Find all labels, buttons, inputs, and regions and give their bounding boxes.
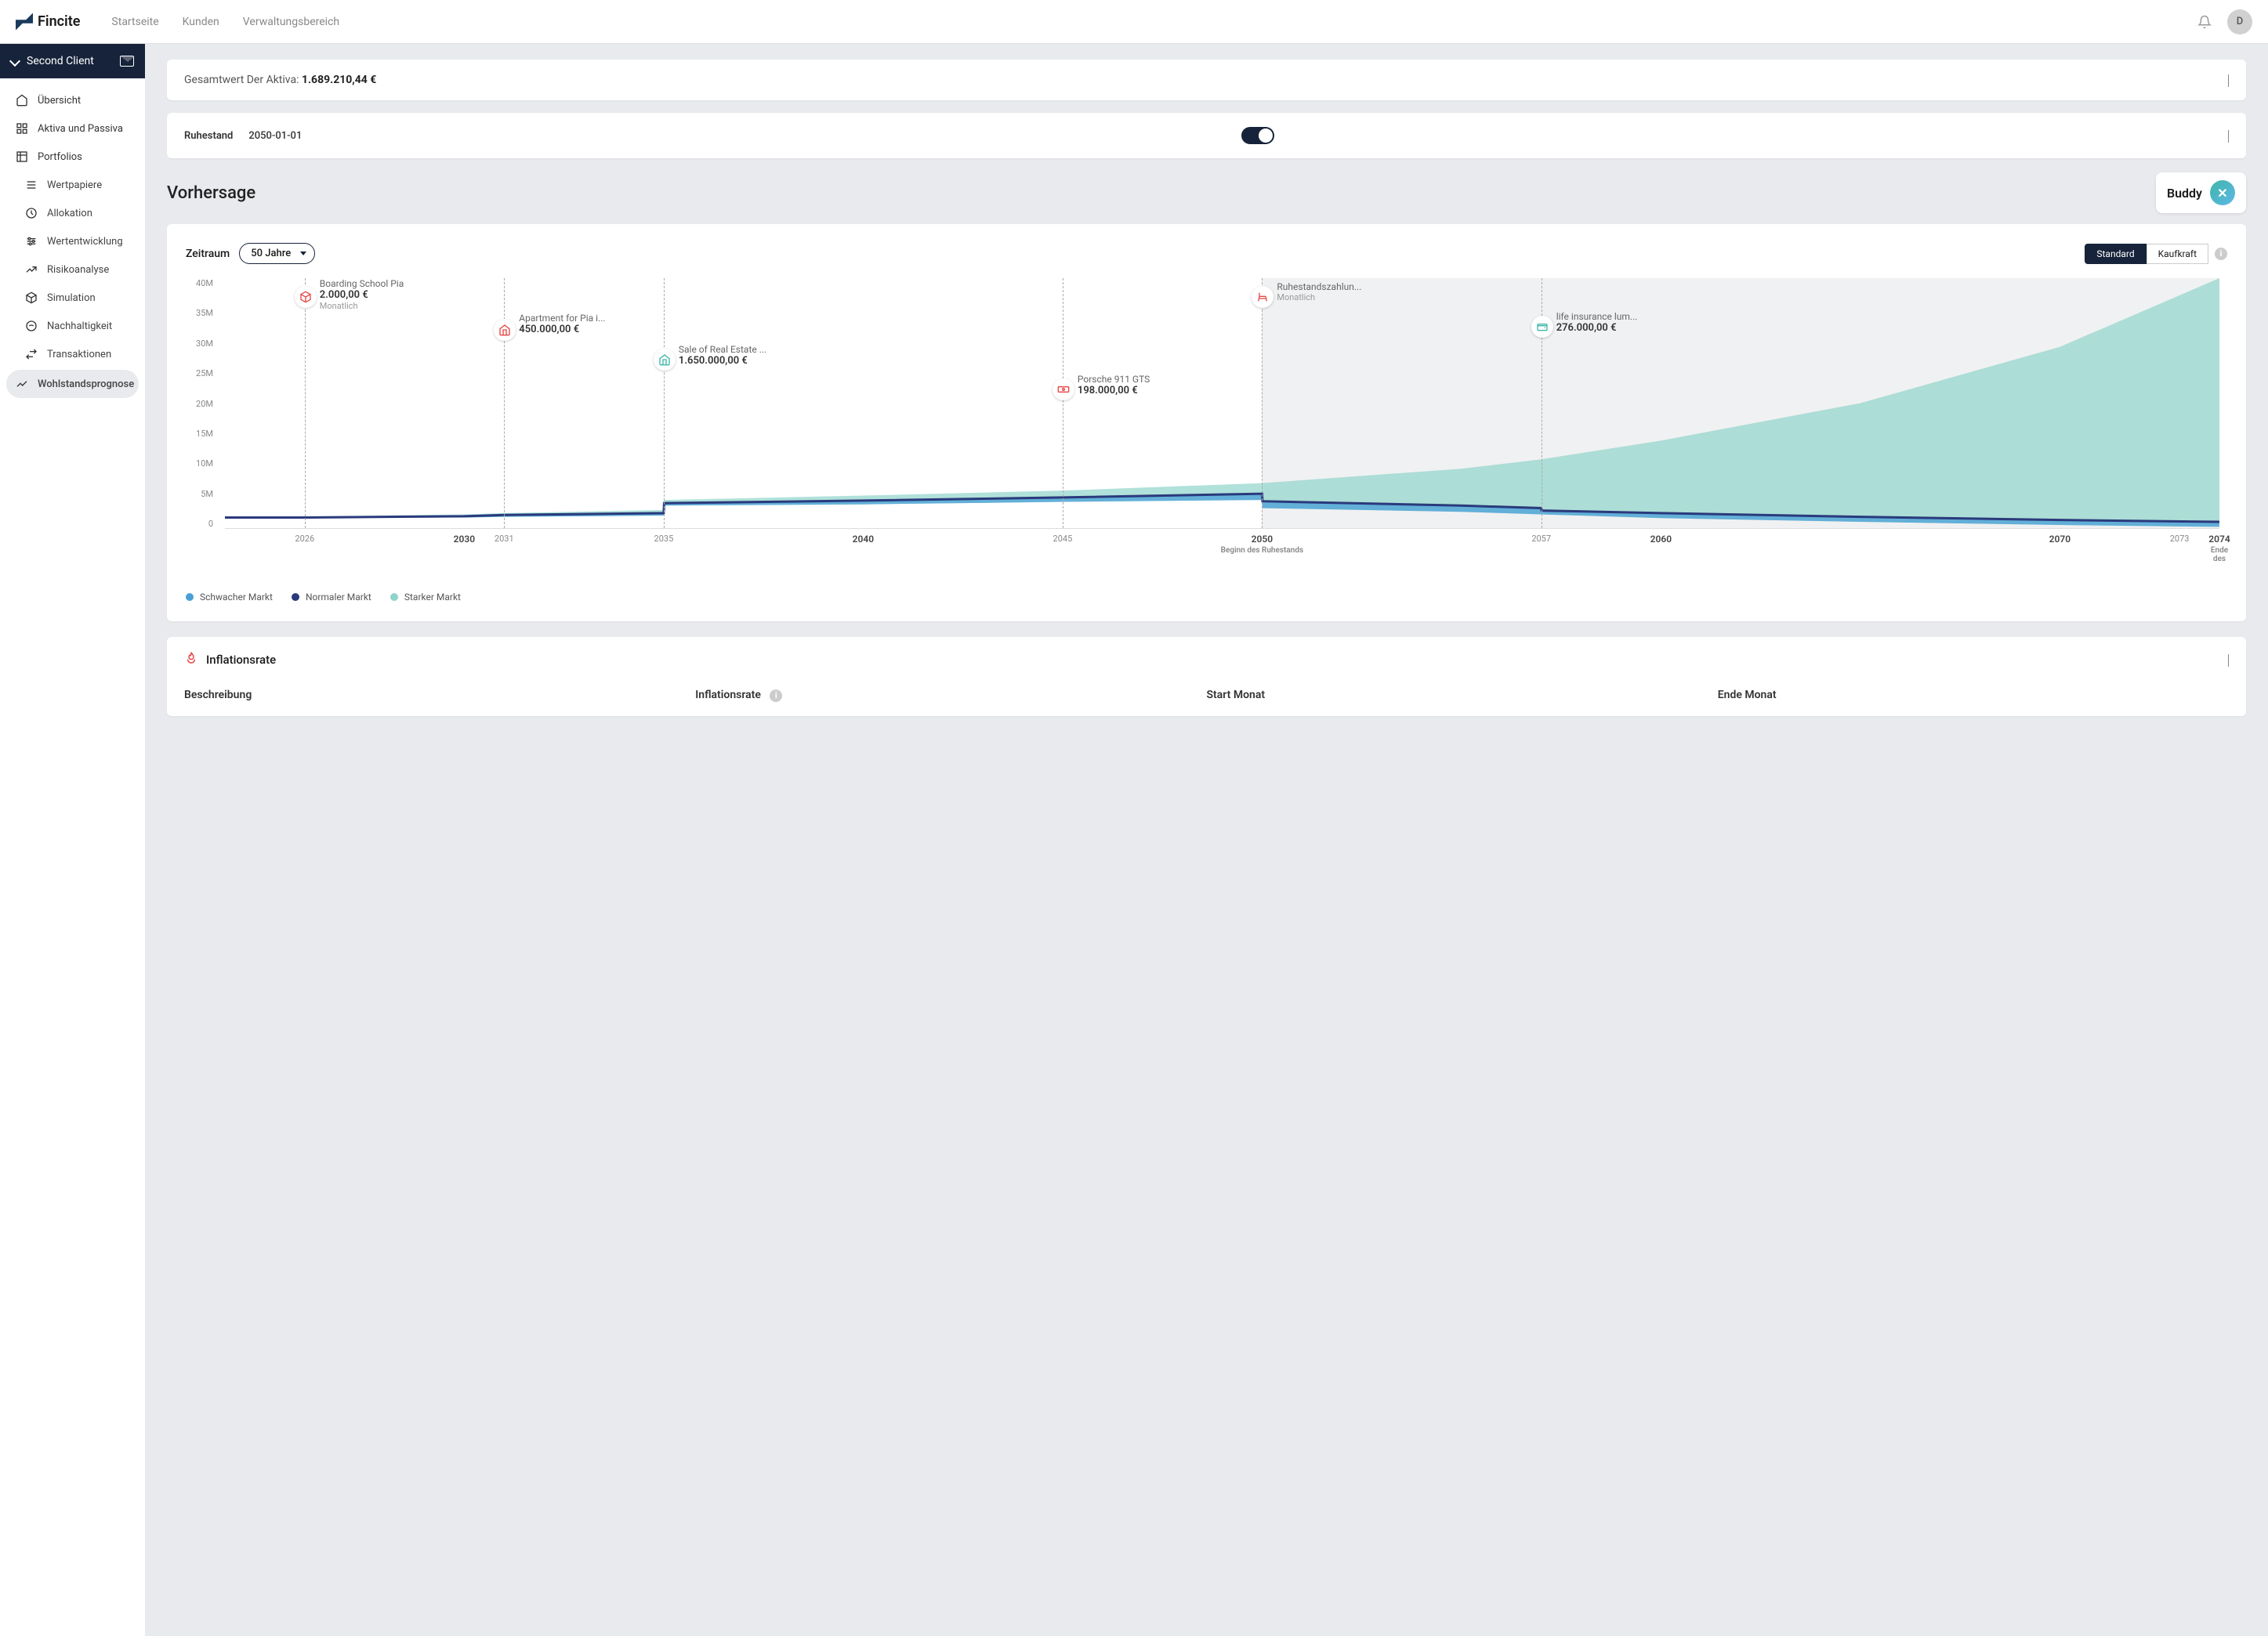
event-label: Sale of Real Estate ...1.650.000,00 € (679, 344, 766, 367)
chart-legend: Schwacher Markt Normaler Markt Starker M… (186, 592, 2227, 603)
nav-startseite[interactable]: Startseite (111, 16, 158, 28)
chevron-up-icon (2228, 654, 2229, 667)
col-ende: Ende Monat (1718, 689, 2229, 702)
event-label: Boarding School Pia2.000,00 €Monatlich (320, 278, 404, 311)
expand-gesamtwert[interactable] (2228, 74, 2229, 86)
client-name: Second Client (27, 55, 94, 67)
col-start: Start Monat (1207, 689, 1718, 702)
mail-icon[interactable] (120, 56, 134, 67)
sidenav-nachhaltigkeit[interactable]: Nachhaltigkeit (0, 312, 145, 340)
topbar: Fincite Startseite Kunden Verwaltungsber… (0, 0, 2268, 44)
y-axis: 40M35M30M25M20M15M10M5M0 (186, 278, 213, 529)
clock-icon (25, 207, 38, 219)
col-inflationsrate: Inflationsrate i (695, 689, 1206, 702)
section-title: Vorhersage (167, 183, 255, 203)
gesamtwert-panel[interactable]: Gesamtwert Der Aktiva: 1.689.210,44 € (167, 60, 2246, 100)
client-selector[interactable]: Second Client (0, 44, 145, 78)
wallet-icon (1531, 316, 1553, 338)
period-select[interactable]: 50 Jahre (239, 243, 315, 264)
chart-area: 40M35M30M25M20M15M10M5M0 Boarding School… (217, 278, 2219, 576)
top-nav: Startseite Kunden Verwaltungsbereich (111, 16, 339, 28)
home-icon (16, 94, 28, 107)
col-beschreibung: Beschreibung (184, 689, 695, 702)
event-label: life insurance lum...276.000,00 € (1556, 311, 1638, 334)
sidenav-transaktionen[interactable]: Transaktionen (0, 340, 145, 368)
brand-logo[interactable]: Fincite (16, 13, 80, 31)
event-label: Apartment for Pia i...450.000,00 € (519, 313, 605, 335)
grid-icon (16, 122, 28, 135)
info-icon[interactable]: i (770, 690, 782, 702)
view-kaufkraft[interactable]: Kaufkraft (2147, 244, 2208, 264)
event-marker[interactable]: Apartment for Pia i...450.000,00 € (504, 278, 505, 528)
event-marker[interactable]: Ruhestandszahlun...Monatlich (1262, 278, 1263, 528)
swap-icon (25, 348, 38, 360)
box-icon (295, 286, 317, 308)
inflation-table-header: Beschreibung Inflationsrate i Start Mona… (184, 689, 2229, 702)
collapse-inflation[interactable] (2228, 654, 2229, 666)
sidenav-uebersicht[interactable]: Übersicht (0, 86, 145, 114)
inflation-panel: Inflationsrate Beschreibung Inflationsra… (167, 637, 2246, 716)
sidenav-aktiva[interactable]: Aktiva und Passiva (0, 114, 145, 143)
chevron-down-icon (2228, 130, 2229, 143)
sidenav-risiko[interactable]: Risikoanalyse (0, 255, 145, 284)
ruhestand-label: Ruhestand (184, 130, 233, 142)
buddy-icon: ✕ (2210, 180, 2235, 205)
list-icon (25, 179, 38, 191)
bell-icon[interactable] (2197, 15, 2212, 29)
leaf-icon (25, 320, 38, 332)
zeitraum-label: Zeitraum (186, 248, 230, 260)
inflation-title: Inflationsrate (206, 653, 276, 667)
view-standard[interactable]: Standard (2085, 244, 2146, 264)
chevron-down-icon (9, 56, 20, 67)
sliders-icon (25, 235, 38, 248)
event-label: Porsche 911 GTS198.000,00 € (1078, 374, 1150, 396)
ruhestand-toggle[interactable] (1241, 127, 1274, 144)
sidebar: Second Client Übersicht Aktiva und Passi… (0, 44, 145, 1636)
cube-icon (25, 291, 38, 304)
trend-icon (16, 378, 28, 390)
chart-up-icon (25, 263, 38, 276)
forecast-chart-panel: Zeitraum 50 Jahre Standard Kaufkraft i 4… (167, 224, 2246, 621)
legend-weak: Schwacher Markt (186, 592, 273, 603)
cash-icon (1052, 378, 1074, 400)
event-marker[interactable]: Boarding School Pia2.000,00 €Monatlich (305, 278, 306, 528)
sidenav-simulation[interactable]: Simulation (0, 284, 145, 312)
expand-ruhestand[interactable] (2228, 130, 2229, 142)
avatar[interactable]: D (2227, 9, 2252, 34)
brand-name: Fincite (38, 13, 80, 30)
buddy-button[interactable]: Buddy ✕ (2156, 172, 2246, 213)
ruhestand-panel: Ruhestand 2050-01-01 (167, 113, 2246, 158)
info-icon[interactable]: i (2215, 248, 2227, 260)
nav-kunden[interactable]: Kunden (183, 16, 219, 28)
gesamtwert-text: Gesamtwert Der Aktiva: 1.689.210,44 € (184, 74, 376, 86)
brand-logo-icon (16, 13, 33, 31)
chart-plot[interactable]: Boarding School Pia2.000,00 €Monatlich Ap… (225, 278, 2219, 529)
x-axis: 202620312035204520572073203020402050Begi… (225, 534, 2219, 573)
table-icon (16, 150, 28, 163)
legend-normal: Normaler Markt (292, 592, 371, 603)
legend-strong: Starker Markt (390, 592, 461, 603)
nav-verwaltung[interactable]: Verwaltungsbereich (243, 16, 339, 28)
sidenav-allokation[interactable]: Allokation (0, 199, 145, 227)
main-content: Gesamtwert Der Aktiva: 1.689.210,44 € Ru… (145, 44, 2268, 1636)
chevron-down-icon (2228, 74, 2229, 87)
view-toggle: Standard Kaufkraft i (2085, 244, 2227, 264)
home-icon (654, 349, 676, 371)
event-marker[interactable]: Sale of Real Estate ...1.650.000,00 € (664, 278, 665, 528)
sidenav-wertentwicklung[interactable]: Wertentwicklung (0, 227, 145, 255)
fire-icon (184, 651, 198, 668)
ruhestand-date: 2050-01-01 (248, 130, 302, 142)
sidenav-portfolios[interactable]: Portfolios (0, 143, 145, 171)
sidenav-wohlstand[interactable]: Wohlstandsprognose (6, 370, 139, 398)
side-nav: Übersicht Aktiva und Passiva Portfolios … (0, 78, 145, 407)
event-label: Ruhestandszahlun...Monatlich (1277, 281, 1361, 302)
sidenav-wertpapiere[interactable]: Wertpapiere (0, 171, 145, 199)
